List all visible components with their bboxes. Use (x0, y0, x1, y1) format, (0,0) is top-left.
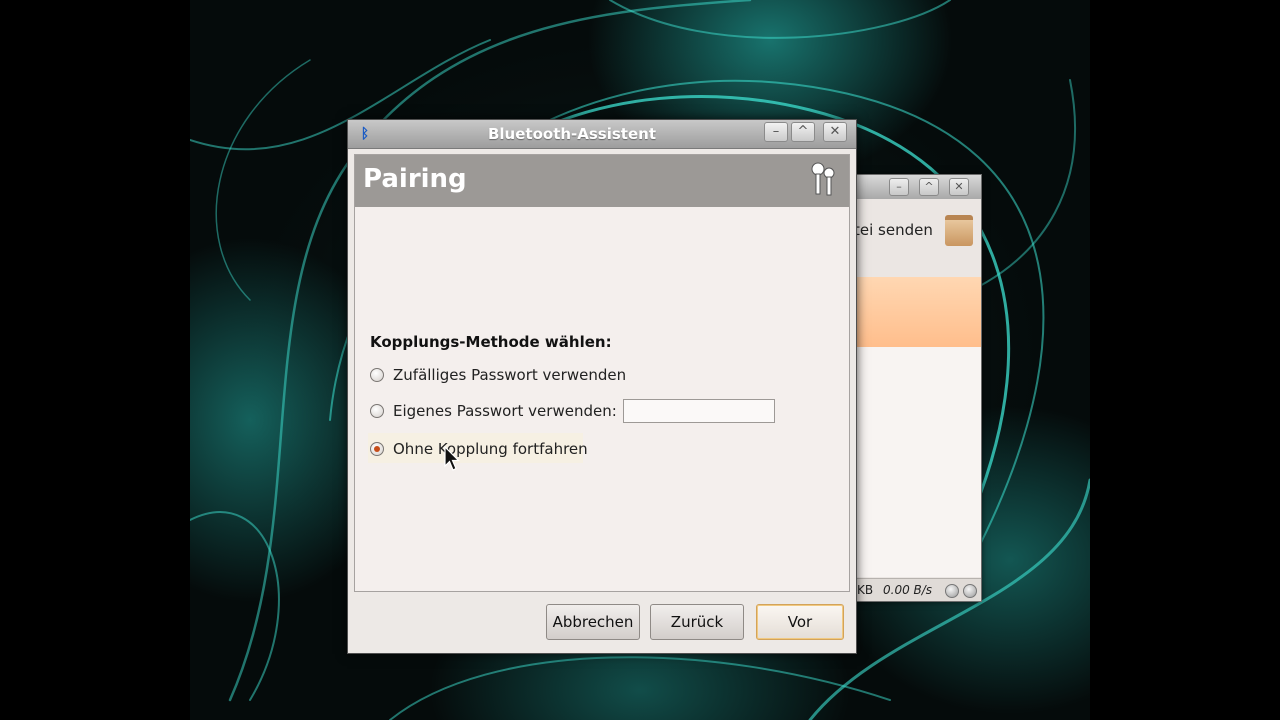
option-no-pairing-label[interactable]: Ohne Kopplung fortfahren (393, 440, 588, 458)
pairing-method-heading: Kopplungs-Methode wählen: (370, 333, 612, 351)
background-file-transfer-window[interactable]: – ^ ✕ tei senden KB 0.00 B/s (848, 174, 982, 602)
background-window-titlebar[interactable]: – ^ ✕ (849, 175, 981, 199)
send-file-label[interactable]: tei senden (854, 221, 933, 239)
folder-icon[interactable] (945, 215, 973, 246)
option-random-password[interactable]: Zufälliges Passwort verwenden (370, 363, 626, 387)
page-title: Pairing (363, 164, 467, 194)
wizard-page: Pairing Kopplungs-Methode wählen: Zufäll… (354, 154, 850, 592)
own-password-input[interactable] (622, 399, 775, 423)
background-toolbar: tei senden (849, 199, 981, 251)
selected-list-row[interactable] (857, 277, 981, 347)
device-list[interactable] (857, 347, 981, 577)
window-titlebar[interactable]: ᛒ Bluetooth-Assistent – ^ ✕ (348, 120, 856, 149)
mouse-pointer-icon (444, 446, 460, 471)
back-button[interactable]: Zurück (650, 604, 744, 640)
background-close-button[interactable]: ✕ (949, 178, 969, 196)
status-indicator-icon (963, 584, 977, 598)
radio-no-pairing[interactable] (370, 442, 384, 456)
status-kb-text: KB (857, 583, 874, 597)
page-header: Pairing (355, 155, 849, 207)
minimize-button[interactable]: – (764, 122, 788, 142)
option-no-pairing[interactable]: Ohne Kopplung fortfahren (370, 437, 588, 461)
cancel-button[interactable]: Abbrechen (546, 604, 640, 640)
radio-random-password[interactable] (370, 368, 384, 382)
window-title: Bluetooth-Assistent (487, 125, 656, 143)
maximize-button[interactable]: ^ (791, 122, 815, 142)
bluetooth-assistant-dialog: ᛒ Bluetooth-Assistent – ^ ✕ Pairing Kopp… (347, 119, 857, 654)
status-rate-text: 0.00 B/s (883, 583, 933, 597)
background-maximize-button[interactable]: ^ (919, 178, 939, 196)
background-minimize-button[interactable]: – (889, 178, 909, 196)
option-random-password-label[interactable]: Zufälliges Passwort verwenden (393, 366, 626, 384)
radio-own-password[interactable] (370, 404, 384, 418)
next-button[interactable]: Vor (756, 604, 844, 640)
keys-icon (811, 162, 835, 196)
close-button[interactable]: ✕ (823, 122, 847, 142)
option-own-password-label[interactable]: Eigenes Passwort verwenden: (393, 402, 617, 420)
status-bar: KB 0.00 B/s (849, 578, 981, 601)
status-indicator-icon (945, 584, 959, 598)
option-own-password[interactable]: Eigenes Passwort verwenden: (370, 399, 775, 423)
